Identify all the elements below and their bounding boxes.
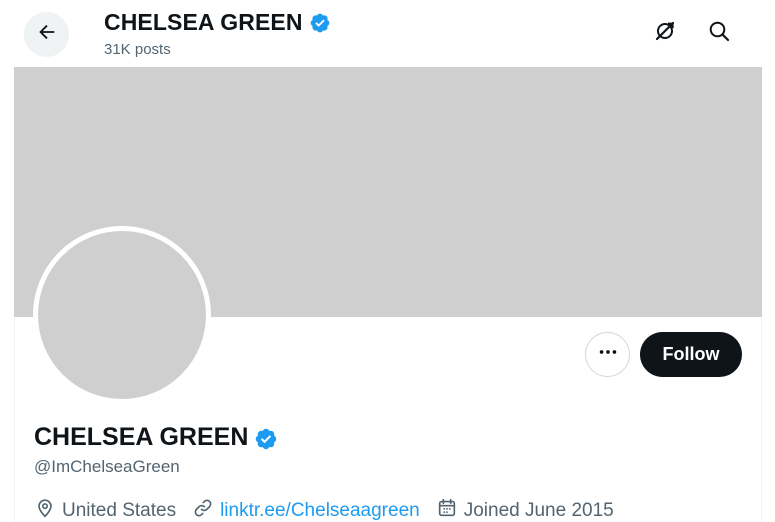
location-text: United States — [62, 500, 177, 521]
avatar[interactable] — [33, 226, 211, 404]
top-bar: CHELSEA GREEN 31K posts — [0, 0, 775, 67]
profile-name-row: CHELSEA GREEN — [34, 423, 277, 452]
profile-meta: United States linktr.ee/Chelseaagreen Jo… — [34, 497, 630, 522]
website-link[interactable]: linktr.ee/Chelseaagreen — [220, 500, 420, 522]
location-pin-icon — [34, 497, 56, 522]
more-options-button[interactable] — [585, 332, 630, 377]
notifications-toggle-button[interactable] — [646, 14, 684, 52]
page-title: CHELSEA GREEN — [104, 9, 303, 35]
follow-button[interactable]: Follow — [640, 332, 742, 377]
profile-name: CHELSEA GREEN — [34, 423, 249, 451]
more-horizontal-icon — [597, 341, 619, 368]
calendar-icon — [436, 497, 458, 522]
back-button[interactable] — [24, 12, 69, 57]
verified-badge-icon[interactable] — [254, 427, 277, 449]
joined-text: Joined June 2015 — [463, 500, 614, 521]
search-button[interactable] — [700, 14, 738, 52]
profile-handle: @ImChelseaGreen — [34, 457, 180, 476]
header-title-block: CHELSEA GREEN 31K posts — [104, 9, 331, 58]
posts-count: 31K posts — [104, 41, 171, 58]
joined-item: Joined June 2015 — [436, 497, 614, 522]
link-icon — [192, 497, 214, 522]
no-notifications-icon — [653, 19, 677, 48]
arrow-left-icon — [36, 21, 58, 48]
location-item: United States — [34, 497, 176, 522]
search-icon — [707, 19, 731, 48]
website-item: linktr.ee/Chelseaagreen — [192, 497, 420, 522]
verified-badge-icon — [309, 12, 331, 34]
